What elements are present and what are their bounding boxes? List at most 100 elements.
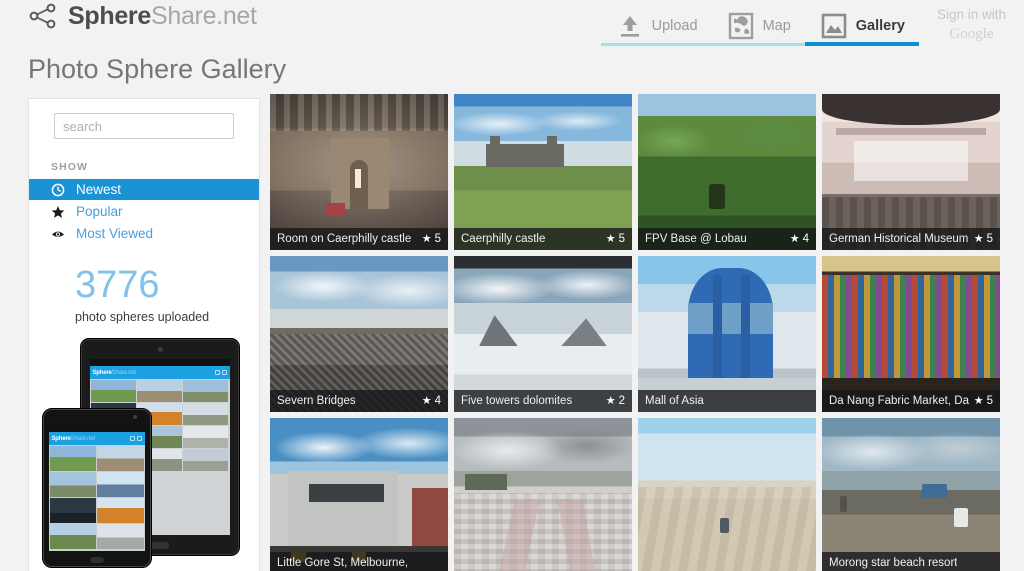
main-nav: Upload Map Gallery Sign in with Google [600,0,1024,50]
tile-title: Caerphilly castle [461,233,546,245]
tile-rating: ★ 5 [422,233,441,245]
gallery-tile[interactable]: Severn Bridges ★ 4 [270,256,448,412]
promo-thumb [49,498,96,523]
gallery-tile[interactable]: Caerphilly castle ★ 5 [454,94,632,250]
sidebar-item-label-most-viewed: Most Viewed [76,226,154,241]
gallery-tile[interactable]: Room on Caerphilly castle ★ 5 [270,94,448,250]
nav-label-gallery: Gallery [855,18,905,34]
tile-caption: Mall of Asia [638,390,816,412]
tile-title: Little Gore St, Melbourne, [277,557,409,569]
gallery-tile[interactable]: Da Nang Fabric Market, Da ★ 5 [822,256,1000,412]
brand-logo[interactable]: SphereShare.net [28,3,257,29]
page-root: SphereShare.net Upload Map Gallery Sign … [0,0,1024,571]
brand-name-bold: Sphere [68,1,151,30]
sign-in-line1: Sign in with [936,7,1006,22]
tile-caption: Severn Bridges ★ 4 [270,390,448,412]
star-icon: ★ [605,232,616,245]
nav-underline-gallery [804,42,919,46]
phone-statusbar [48,425,145,432]
nav-underline-upload [600,43,712,46]
phone-home-button [89,557,104,563]
search-input[interactable] [54,113,234,139]
tile-caption: FPV Base @ Lobau ★ 4 [638,228,816,250]
gallery-thumbnail [270,94,448,250]
nav-item-upload[interactable]: Upload [600,0,712,46]
uploaded-count-caption: photo spheres uploaded [75,310,210,324]
uploaded-count: 3776 [75,264,160,306]
gallery-thumbnail [454,256,632,412]
tile-rating-value: 4 [802,233,809,245]
promo-thumb [183,403,229,425]
gallery-tile[interactable] [454,418,632,571]
tile-rating: ★ 4 [790,233,809,245]
nav-underline-map [711,43,805,46]
tile-title: Morong star beach resort [829,557,958,569]
tile-rating: ★ 5 [974,395,993,407]
promo-thumb [49,446,96,471]
tablet-camera-dot [157,347,163,352]
promo-thumb [136,380,183,402]
gallery-thumbnail [270,256,448,412]
promo-thumb [49,472,96,497]
sign-in-with-google-button[interactable]: Sign in with Google [937,0,1006,44]
upload-icon [620,16,639,37]
tile-caption: Room on Caerphilly castle ★ 5 [270,228,448,250]
gallery-thumbnail [454,418,632,571]
map-icon [728,12,753,40]
tile-title: Mall of Asia [645,395,704,407]
star-icon [51,205,65,218]
star-icon: ★ [973,232,984,245]
tile-caption: Morong star beach resort [822,552,1000,571]
tablet-appbar: SphereShare.net [89,366,230,379]
clock-icon [51,183,65,196]
nav-item-map[interactable]: Map [711,0,805,46]
promo-thumb [97,446,144,471]
sidebar: SHOW Newest Popular [28,98,260,571]
gallery-tile[interactable]: German Historical Museum ★ 5 [822,94,1000,250]
site-header: SphereShare.net Upload Map Gallery Sign … [0,0,1024,50]
tablet-home-button [150,542,169,549]
gallery-thumbnail [638,94,816,250]
gallery-thumbnail [638,256,816,412]
gallery-tile[interactable]: Mall of Asia [638,256,816,412]
gallery-thumbnail [822,256,1000,412]
gallery-thumbnail [822,418,1000,571]
brand-name-light: Share.net [150,1,257,30]
tile-rating: ★ 2 [606,395,625,407]
tile-rating: ★ 4 [422,395,441,407]
tile-title: Five towers dolomites [461,395,573,407]
nav-item-gallery[interactable]: Gallery [804,0,919,46]
gallery-tile[interactable] [638,418,816,571]
show-filter-list: Newest Popular Most Viewed [29,179,259,244]
tablet-appbar-icon-account [214,370,220,375]
phone-appbar-icon-upload [129,436,135,441]
phone-camera-dot [132,415,137,419]
gallery-thumbnail [822,94,1000,250]
promo-thumb [49,524,96,549]
star-icon: ★ [421,232,432,245]
sidebar-item-popular[interactable]: Popular [29,201,259,222]
tile-title: Da Nang Fabric Market, Da [829,395,969,407]
star-icon: ★ [789,232,800,245]
page-title: Photo Sphere Gallery [28,54,287,84]
tile-caption: Caerphilly castle ★ 5 [454,228,632,250]
gallery-tile[interactable]: FPV Base @ Lobau ★ 4 [638,94,816,250]
tile-title: German Historical Museum [829,233,969,245]
tablet-appbar-icon-menu [221,370,227,375]
nav-label-upload: Upload [651,18,698,34]
share-nodes-icon [29,3,56,29]
gallery-tile[interactable]: Morong star beach resort [822,418,1000,571]
gallery-thumbnail [454,94,632,250]
gallery-tile[interactable]: Five towers dolomites ★ 2 [454,256,632,412]
tablet-statusbar [89,359,230,366]
sidebar-item-most-viewed[interactable]: Most Viewed [29,223,259,244]
promo-thumb [90,380,136,402]
sidebar-item-newest[interactable]: Newest [29,179,259,200]
phone-appbar-icon-menu [136,436,142,441]
tile-caption: Little Gore St, Melbourne, [270,552,448,571]
eye-icon [52,231,64,237]
tile-title: Room on Caerphilly castle [277,233,412,245]
promo-thumb [97,524,144,549]
gallery-tile[interactable]: Little Gore St, Melbourne, [270,418,448,571]
image-icon [821,13,847,39]
